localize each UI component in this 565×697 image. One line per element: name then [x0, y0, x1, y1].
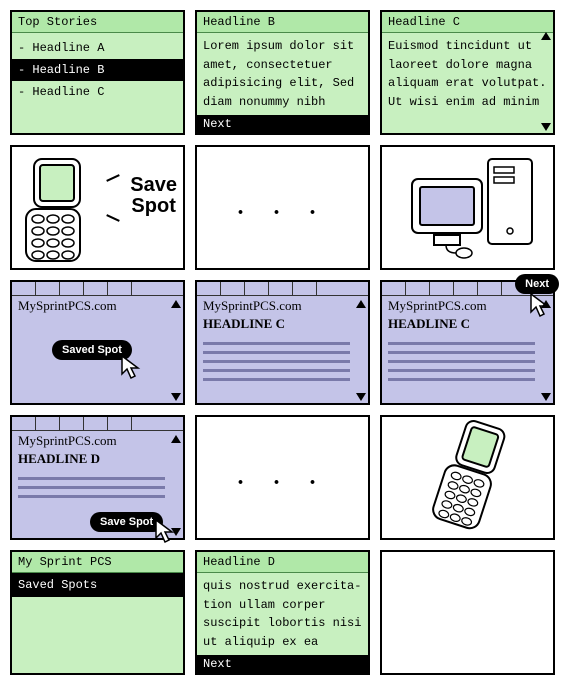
site-title: MySprintPCS.com	[12, 296, 183, 316]
desktop-computer-icon	[386, 151, 551, 266]
browser-headline-d-save: MySprintPCS.com HEADLINE D Save Spot	[10, 415, 185, 540]
transition-panel: . . .	[195, 415, 370, 540]
scroll-up-icon[interactable]	[541, 32, 551, 40]
empty-panel	[380, 550, 555, 675]
desktop-pc-panel	[380, 145, 555, 270]
storyboard-grid: Top Stories - Headline A - Headline B - …	[0, 0, 565, 685]
phone-title: Headline B	[197, 12, 368, 33]
browser-saved-spot: MySprintPCS.com Saved Spot	[10, 280, 185, 405]
cursor-icon	[120, 354, 146, 380]
ellipsis-icon: . . .	[197, 147, 368, 268]
menu-item[interactable]: - Headline C	[18, 81, 177, 103]
transition-panel: . . .	[195, 145, 370, 270]
phone-headline-b: Headline B Lorem ipsum dolor sit amet, c…	[195, 10, 370, 135]
menu-item-selected[interactable]: - Headline B	[12, 59, 183, 81]
phone-headline-d: Headline D quis nostrud exercita-tion ul…	[195, 550, 370, 675]
phone-title: Headline C	[382, 12, 553, 33]
softkey-next[interactable]: Next	[197, 115, 368, 133]
flip-phone-icon	[412, 419, 532, 539]
phone-title: Headline D	[197, 552, 368, 573]
browser-tabs[interactable]	[12, 417, 183, 431]
phone-menu[interactable]: - Headline A - Headline B - Headline C	[12, 33, 183, 133]
article-text: Lorem ipsum dolor sit amet, consectetuer…	[203, 37, 362, 111]
site-title: MySprintPCS.com	[382, 296, 553, 316]
scroll-down-icon[interactable]	[541, 123, 551, 131]
flip-phone-icon	[16, 151, 116, 266]
scroll-down-icon[interactable]	[356, 663, 366, 671]
save-spot-promo: SaveSpot	[10, 145, 185, 270]
article-lines	[382, 336, 553, 387]
article-headline: HEADLINE C	[382, 316, 553, 336]
article-headline: HEADLINE D	[12, 451, 183, 471]
flip-phone-panel	[380, 415, 555, 540]
scroll-down-icon[interactable]	[356, 123, 366, 131]
phone-saved-spots-menu: My Sprint PCS Saved Spots	[10, 550, 185, 675]
article-lines	[12, 471, 183, 504]
site-title: MySprintPCS.com	[197, 296, 368, 316]
phone-title: Top Stories	[12, 12, 183, 33]
scrollbar[interactable]	[171, 435, 181, 536]
next-tooltip[interactable]: Next	[515, 274, 559, 294]
browser-tabs[interactable]	[12, 282, 183, 296]
menu-item-selected[interactable]: Saved Spots	[12, 573, 183, 597]
site-title: MySprintPCS.com	[12, 431, 183, 451]
phone-headline-c: Headline C Euismod tincidunt ut laoreet …	[380, 10, 555, 135]
menu-item[interactable]: - Headline A	[18, 37, 177, 59]
scrollbar[interactable]	[171, 300, 181, 401]
phone-title: My Sprint PCS	[12, 552, 183, 573]
browser-tabs[interactable]	[197, 282, 368, 296]
save-spot-label: SaveSpot	[130, 175, 177, 217]
browser-headline-c-next: MySprintPCS.com HEADLINE C Next	[380, 280, 555, 405]
article-text: quis nostrud exercita-tion ullam corper …	[203, 577, 362, 651]
article-text: Euismod tincidunt ut laoreet dolore magn…	[388, 37, 547, 111]
ellipsis-icon: . . .	[197, 417, 368, 538]
save-spot-tooltip[interactable]: Save Spot	[90, 512, 163, 532]
browser-headline-c: MySprintPCS.com HEADLINE C	[195, 280, 370, 405]
softkey-next[interactable]: Next	[197, 655, 368, 673]
scrollbar[interactable]	[356, 300, 366, 401]
scrollbar[interactable]	[541, 300, 551, 401]
article-headline: HEADLINE C	[197, 316, 368, 336]
phone-top-stories: Top Stories - Headline A - Headline B - …	[10, 10, 185, 135]
article-lines	[197, 336, 368, 387]
